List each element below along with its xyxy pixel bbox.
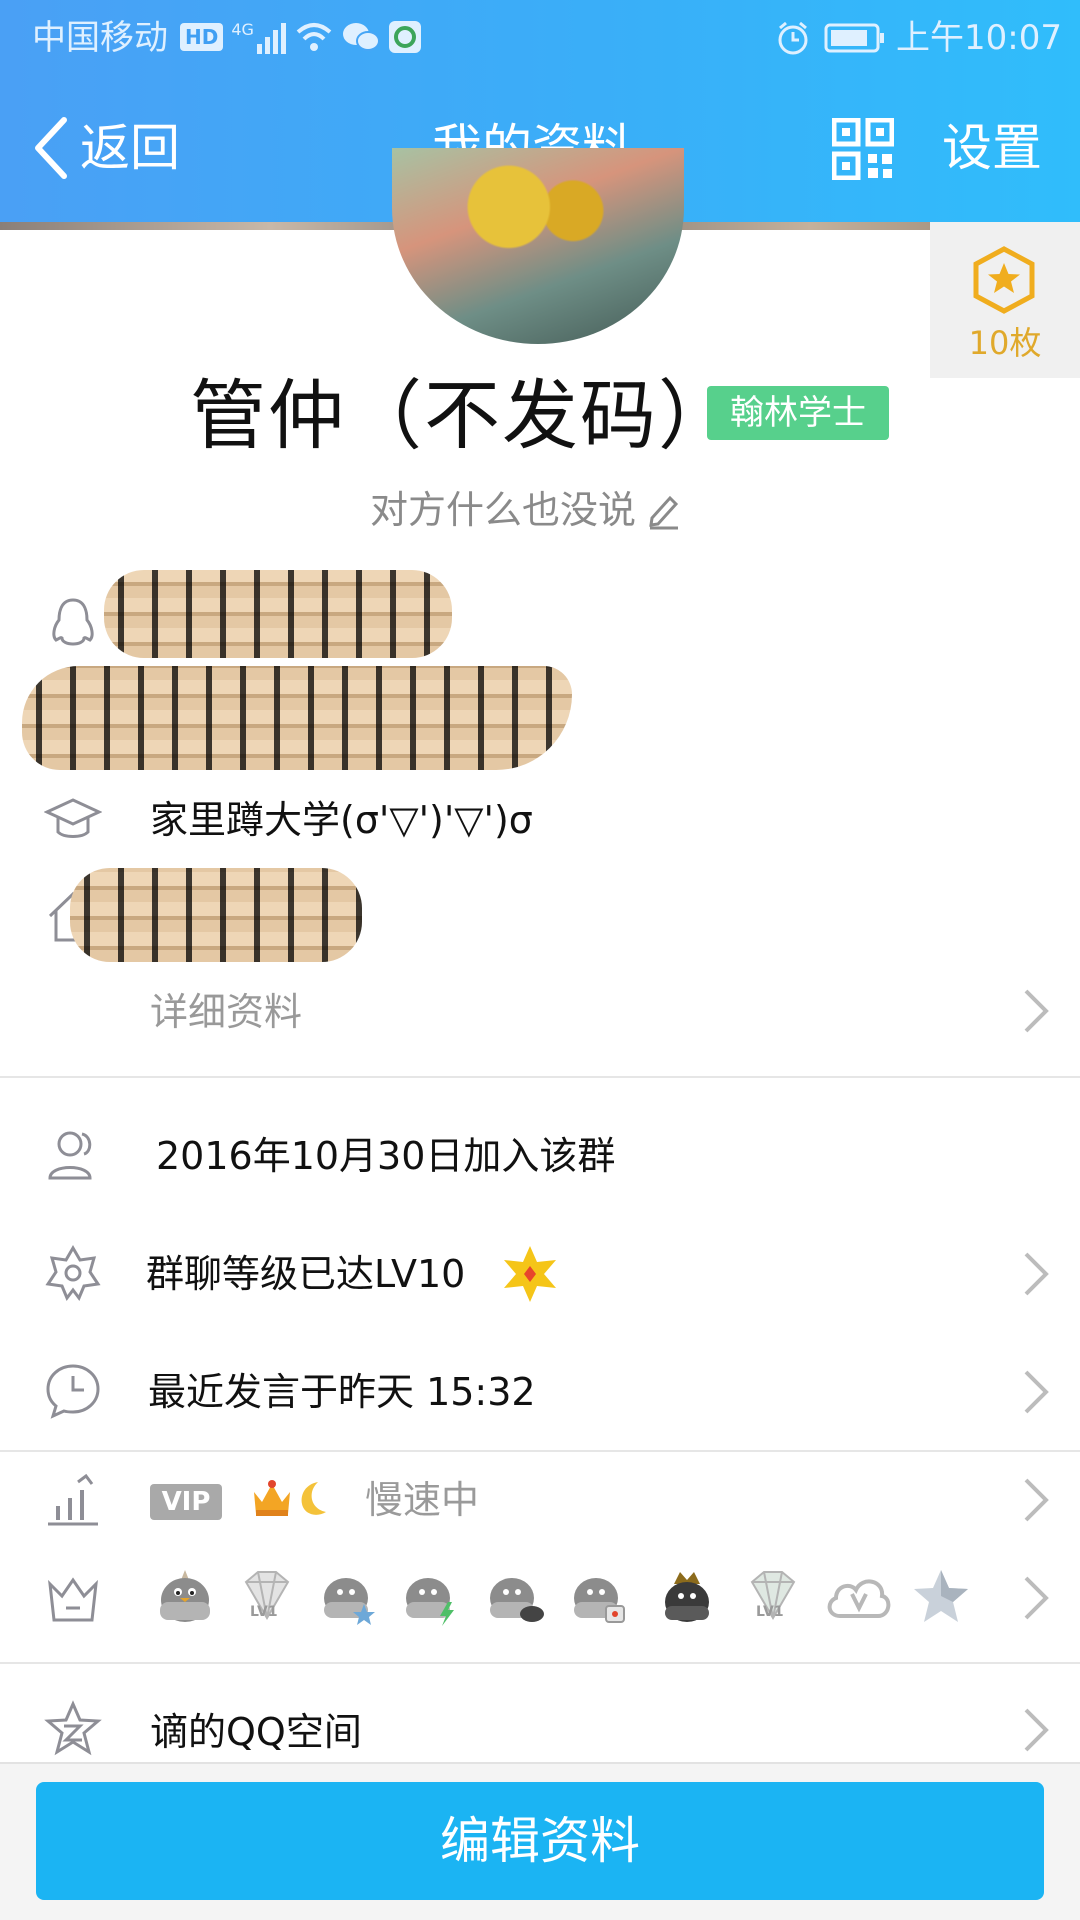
last-spoke-text: 最近发言于昨天 15:32	[148, 1370, 536, 1414]
clock: 上午10:07	[896, 18, 1062, 58]
chevron-right-icon	[1024, 1478, 1049, 1522]
cloud-v-badge-icon	[827, 1579, 891, 1618]
redacted-qq-number	[104, 570, 452, 658]
qzone-label: 谪的QQ空间	[150, 1710, 362, 1754]
crown-icon	[254, 1480, 290, 1516]
school-text: 家里蹲大学(σ'▽')'▽')σ	[150, 798, 533, 842]
penguin-game-badge-icon	[574, 1578, 625, 1623]
chevron-right-icon	[1024, 1252, 1049, 1296]
back-arrow-icon[interactable]	[30, 116, 70, 180]
clock-icon	[46, 1364, 100, 1419]
chevron-right-icon	[1024, 1576, 1049, 1620]
medal-count: 10枚	[968, 324, 1042, 362]
diamond-lv1-badge: LV1	[236, 1566, 298, 1628]
chevron-right-icon	[1024, 1708, 1049, 1752]
medal-icon	[973, 246, 1035, 314]
level-sun-icon	[504, 1246, 556, 1302]
lv1-label: LV1	[756, 1604, 784, 1620]
signature-row[interactable]: 对方什么也没说	[370, 482, 682, 538]
qzone-star-icon	[44, 1700, 102, 1756]
group-member-icon	[48, 1131, 92, 1180]
redacted-hometown	[70, 868, 362, 962]
divider	[0, 1662, 1080, 1664]
penguin-lightning-badge-icon	[406, 1578, 454, 1626]
star-badge-icon	[914, 1570, 968, 1622]
hd-icon: HD	[180, 23, 224, 51]
edit-profile-button[interactable]: 编辑资料	[36, 1782, 1044, 1900]
wechat-icon	[342, 23, 380, 51]
crown-outline-icon	[48, 1577, 98, 1622]
growth-chart-icon	[48, 1473, 98, 1526]
speed-status: 慢速中	[365, 1478, 480, 1522]
app-notification-icon	[388, 21, 421, 53]
penguin-crown-badge-icon	[665, 1572, 709, 1622]
back-button[interactable]: 返回	[80, 116, 180, 180]
signal-icon: 4G	[231, 20, 286, 54]
graduation-cap-icon	[44, 798, 102, 838]
redacted-personal-info	[22, 666, 572, 770]
moon-icon	[301, 1482, 326, 1515]
lv1-label: LV1	[250, 1604, 278, 1620]
divider	[0, 1076, 1080, 1078]
level-star-icon	[45, 1245, 101, 1301]
qr-code-icon[interactable]	[832, 118, 894, 180]
penguin-star-badge-icon	[324, 1578, 375, 1625]
avatar[interactable]	[392, 148, 684, 344]
settings-button[interactable]: 设置	[942, 116, 1042, 180]
penguin-badge-icon	[160, 1570, 210, 1622]
signature-text: 对方什么也没说	[370, 488, 637, 532]
group-level-text: 群聊等级已达LV10	[146, 1252, 466, 1296]
carrier-label: 中国移动	[32, 18, 168, 58]
diamond-lv1-badge-2: LV1	[742, 1566, 804, 1628]
title-badge: 翰林学士	[707, 386, 889, 440]
penguin-fish-badge-icon	[490, 1578, 544, 1622]
edit-pencil-icon	[649, 495, 679, 530]
chevron-right-icon	[1024, 989, 1049, 1033]
vip-tag: VIP	[150, 1484, 222, 1520]
join-date-text: 2016年10月30日加入该群	[156, 1134, 616, 1178]
detail-profile-label: 详细资料	[150, 990, 303, 1034]
wifi-icon	[296, 23, 332, 51]
battery-icon	[824, 23, 884, 53]
alarm-icon	[778, 21, 808, 55]
chevron-right-icon	[1024, 1370, 1049, 1414]
profile-name: 管仲（不发码）	[190, 371, 736, 460]
qq-penguin-icon	[52, 598, 94, 646]
status-icons: HD 4G	[180, 20, 422, 54]
